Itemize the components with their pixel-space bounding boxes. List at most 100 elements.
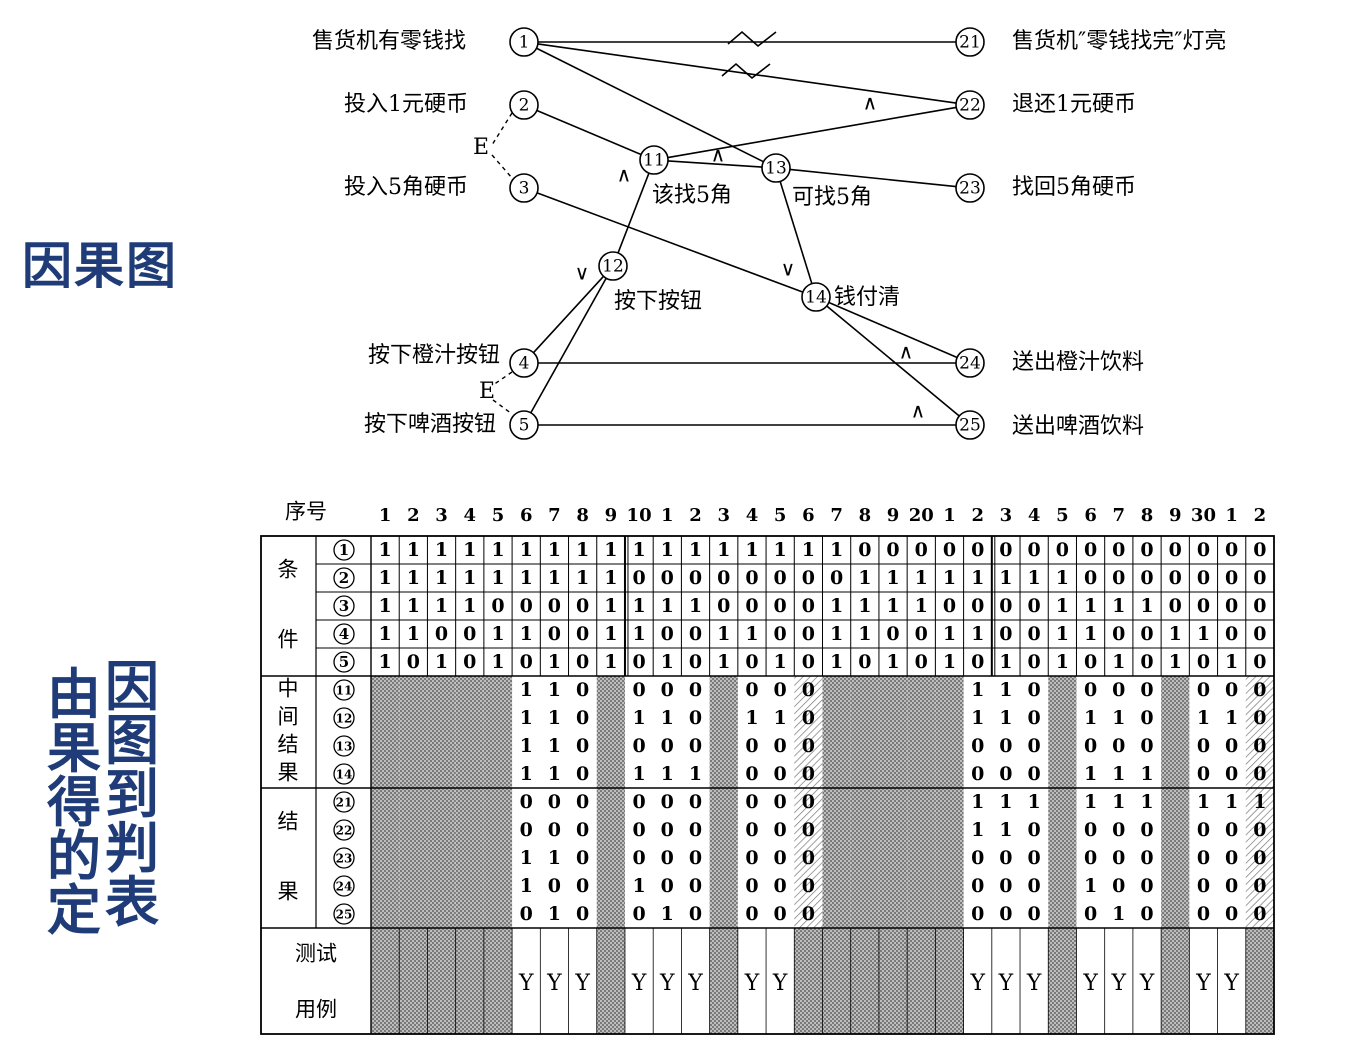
- table-cell: 1: [1140, 595, 1153, 617]
- table-cell: 1: [774, 539, 787, 561]
- table-cell: 0: [576, 679, 589, 701]
- table-cell: 1: [1084, 763, 1097, 785]
- table-cell: 0: [1253, 763, 1266, 785]
- table-cell: 1: [1169, 623, 1182, 645]
- table-cell: 0: [1253, 623, 1266, 645]
- testcase-mark: Y: [1195, 971, 1211, 996]
- table-cell: 1: [886, 651, 899, 673]
- table-cell: 1: [689, 763, 702, 785]
- table-cell: 1: [1084, 707, 1097, 729]
- graph-node-4: 4: [509, 348, 539, 378]
- table-cell: 1: [858, 567, 871, 589]
- svg-text:11: 11: [336, 684, 353, 698]
- table-cell: 0: [971, 539, 984, 561]
- condition-row-4: 411001100110011001100110011001100: [333, 623, 1267, 645]
- and-symbol: ∧: [617, 163, 632, 187]
- table-cell: 0: [689, 567, 702, 589]
- table-cell: 0: [1028, 763, 1041, 785]
- cause-effect-graph: EE∧∧∧∨ ∨∧∧12345111213142122232425售货机有零钱找投…: [312, 27, 1226, 440]
- column-header: 3: [1000, 505, 1013, 526]
- title-char: 图: [105, 709, 159, 772]
- testcase-mark: Y: [1139, 971, 1155, 996]
- table-cell: 0: [1084, 819, 1097, 841]
- graph-node-21: 21: [955, 27, 985, 57]
- svg-text:11: 11: [643, 151, 665, 171]
- table-cell: 1: [1112, 651, 1125, 673]
- table-cell: 0: [999, 735, 1012, 757]
- table-cell: 1: [520, 623, 533, 645]
- table-cell: 0: [1028, 707, 1041, 729]
- table-cell: 1: [1253, 791, 1266, 813]
- table-cell: 0: [1028, 679, 1041, 701]
- table-cell: 1: [632, 875, 645, 897]
- table-cell: 1: [548, 567, 561, 589]
- infeasible-column-shade: [850, 676, 879, 1034]
- table-cell: 0: [1253, 651, 1266, 673]
- table-cell: 0: [802, 847, 815, 869]
- table-cell: 0: [1140, 539, 1153, 561]
- table-cell: 1: [661, 903, 674, 925]
- table-cell: 0: [661, 819, 674, 841]
- and-symbol: ∧: [899, 340, 914, 364]
- testcase-mark: Y: [772, 971, 788, 996]
- table-cell: 0: [1225, 595, 1238, 617]
- column-header: 1: [661, 505, 674, 526]
- column-header: 9: [1169, 505, 1182, 526]
- table-cell: 1: [520, 679, 533, 701]
- table-cell: 0: [802, 595, 815, 617]
- table-cell: 0: [1225, 623, 1238, 645]
- table-cell: 0: [1197, 595, 1210, 617]
- table-cell: 0: [548, 791, 561, 813]
- table-cell: 0: [520, 791, 533, 813]
- svg-text:5: 5: [339, 653, 349, 671]
- table-cell: 0: [717, 595, 730, 617]
- table-cell: 0: [745, 735, 758, 757]
- table-cell: 1: [407, 567, 420, 589]
- column-header: 2: [689, 505, 702, 526]
- table-cell: 0: [802, 791, 815, 813]
- table-cell: 0: [1197, 847, 1210, 869]
- table-cell: 0: [999, 875, 1012, 897]
- table-cell: 0: [1253, 819, 1266, 841]
- infeasible-column-shade: [822, 676, 851, 1034]
- title-char: 到: [105, 763, 159, 826]
- graph-node-11: 11: [639, 145, 669, 175]
- table-cell: 1: [886, 595, 899, 617]
- table-cell: 1: [1112, 595, 1125, 617]
- column-header: 4: [464, 505, 477, 526]
- column-header: 1: [943, 505, 956, 526]
- table-cell: 1: [407, 623, 420, 645]
- table-cell: 0: [463, 623, 476, 645]
- table-cell: 0: [943, 539, 956, 561]
- table-cell: 0: [1028, 819, 1041, 841]
- svg-text:12: 12: [602, 257, 624, 277]
- table-cell: 1: [491, 623, 504, 645]
- intermediate-label-13: 可找5角: [792, 185, 872, 210]
- table-cell: 1: [661, 595, 674, 617]
- title-char: 得: [47, 771, 101, 834]
- cause-label-5: 按下啤酒按钮: [364, 412, 496, 437]
- constraint-line: [491, 112, 513, 146]
- effect-label-24: 送出橙汁饮料: [1012, 350, 1144, 375]
- table-cell: 0: [830, 567, 843, 589]
- table-cell: 0: [661, 791, 674, 813]
- column-header: 10: [627, 505, 652, 526]
- table-cell: 1: [1084, 791, 1097, 813]
- table-cell: 1: [576, 567, 589, 589]
- table-cell: 1: [830, 539, 843, 561]
- table-cell: 1: [1112, 707, 1125, 729]
- table-cell: 1: [1112, 791, 1125, 813]
- table-cell: 0: [1112, 539, 1125, 561]
- table-cell: 1: [520, 763, 533, 785]
- constraint-label-e: E: [473, 135, 489, 160]
- table-cell: 0: [971, 651, 984, 673]
- infeasible-column-shade: [455, 676, 484, 1034]
- table-cell: 0: [971, 875, 984, 897]
- column-header: 2: [971, 505, 984, 526]
- table-cell: 0: [802, 679, 815, 701]
- decision-table: 序号 1 2 3 4 5 6 7 8 9 10 1 2 3 4 5 6 7 8 9 20 1 2 3 4 5 6 7 8 9 30 1 2 条件中…: [260, 498, 1280, 1038]
- table-cell: 0: [1197, 875, 1210, 897]
- table-cell: 0: [1197, 735, 1210, 757]
- testcase-mark: Y: [574, 971, 590, 996]
- table-cell: 1: [1112, 763, 1125, 785]
